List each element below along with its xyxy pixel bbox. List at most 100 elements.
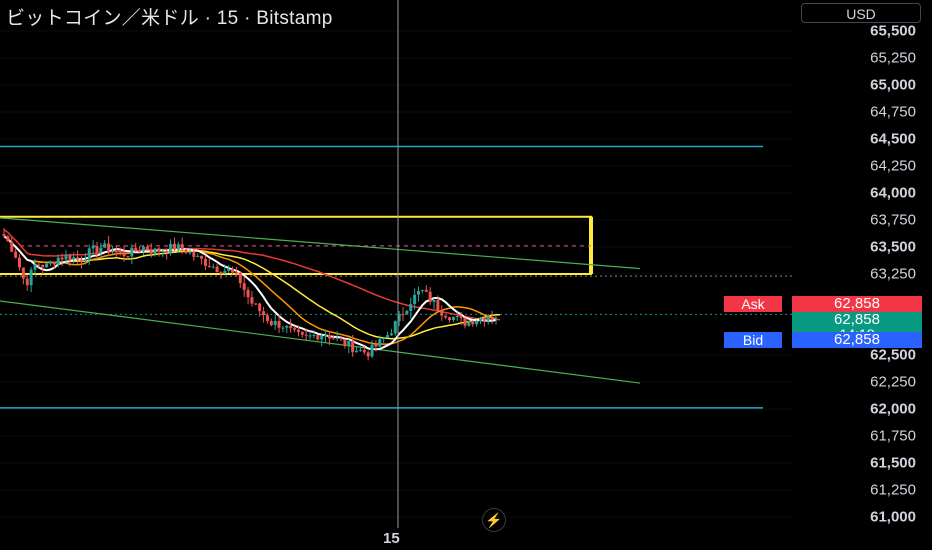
- price-tick: 62,250: [870, 373, 916, 391]
- candle-body: [227, 269, 231, 271]
- candle-body: [242, 283, 246, 290]
- candle-body: [490, 317, 494, 319]
- candle-body: [459, 316, 463, 318]
- chart-title[interactable]: ビットコイン／米ドル · 15 · Bitstamp: [6, 3, 333, 30]
- candle-body: [215, 266, 219, 273]
- price-tick: 62,000: [870, 400, 916, 418]
- candle-body: [335, 337, 339, 339]
- candle-body: [494, 318, 498, 320]
- price-chart[interactable]: [0, 0, 932, 550]
- candle-body: [64, 254, 68, 260]
- candle-body: [192, 252, 196, 257]
- price-tick: 65,500: [870, 22, 916, 40]
- lightning-icon[interactable]: ⚡: [482, 508, 506, 532]
- bid-label: Bid: [724, 332, 782, 348]
- candle-body: [203, 258, 207, 266]
- candle-body: [172, 243, 176, 250]
- price-tick: 61,250: [870, 481, 916, 499]
- candle-body: [79, 259, 83, 262]
- candle-body: [358, 349, 362, 351]
- price-tick: 63,500: [870, 238, 916, 256]
- candle-body: [471, 321, 475, 325]
- candle-body: [467, 321, 471, 326]
- price-tick: 61,750: [870, 427, 916, 445]
- candle-body: [254, 303, 258, 305]
- candle-body: [99, 247, 103, 253]
- candle-body: [72, 257, 76, 260]
- candle-body: [463, 317, 467, 326]
- candle-body: [48, 261, 52, 264]
- candle-body: [370, 344, 374, 357]
- candle-body: [320, 335, 324, 340]
- candle-body: [184, 249, 188, 253]
- candle-body: [134, 247, 138, 252]
- price-tick: 61,000: [870, 508, 916, 526]
- candle-body: [95, 246, 99, 253]
- candle-body: [327, 335, 331, 339]
- candle-body: [451, 316, 455, 320]
- candle-body: [405, 310, 409, 315]
- candle-body: [269, 320, 273, 326]
- candle-body: [258, 303, 262, 312]
- candle-body: [339, 337, 343, 340]
- ask-label: Ask: [724, 296, 782, 312]
- candle-body: [296, 329, 300, 333]
- candle-body: [83, 259, 87, 262]
- candle-body: [312, 335, 316, 337]
- price-tick: 64,750: [870, 103, 916, 121]
- candle-body: [440, 310, 444, 316]
- candle-body: [386, 335, 390, 338]
- candle-body: [389, 333, 393, 336]
- candle-body: [285, 325, 289, 328]
- candle-body: [114, 250, 118, 252]
- candle-body: [91, 246, 95, 249]
- candle-body: [428, 291, 432, 302]
- candle-body: [482, 317, 486, 321]
- candle-body: [14, 251, 18, 258]
- candle-body: [103, 243, 107, 248]
- candle-body: [424, 289, 428, 292]
- candle-body: [25, 278, 29, 286]
- price-tick: 64,250: [870, 157, 916, 175]
- candle-body: [2, 234, 6, 237]
- candle-body: [436, 299, 440, 311]
- candle-body: [355, 350, 359, 353]
- candle-body: [265, 315, 269, 321]
- candle-body: [455, 316, 459, 318]
- candle-body: [10, 241, 14, 252]
- candle-body: [41, 264, 45, 268]
- candle-body: [347, 341, 351, 346]
- candle-body: [6, 236, 10, 242]
- price-tick: 64,000: [870, 184, 916, 202]
- candle-body: [277, 321, 281, 328]
- candle-body: [145, 246, 149, 251]
- candle-body: [219, 272, 223, 274]
- price-tick: 63,250: [870, 265, 916, 283]
- candle-body: [273, 321, 277, 326]
- candle-body: [378, 339, 382, 347]
- candle-body: [33, 264, 37, 270]
- price-tick: 65,000: [870, 76, 916, 94]
- candle-body: [110, 250, 114, 252]
- candle-body: [138, 251, 142, 253]
- candle-body: [362, 349, 366, 353]
- candle-body: [29, 269, 33, 286]
- candle-body: [161, 250, 165, 252]
- price-tick: 64,500: [870, 130, 916, 148]
- candle-body: [207, 265, 211, 267]
- candle-body: [475, 320, 479, 325]
- candle-body: [122, 252, 126, 257]
- ask-price-tag: 62,858: [792, 296, 922, 312]
- candle-body: [169, 243, 173, 253]
- candle-body: [343, 339, 347, 346]
- candle-body: [211, 266, 215, 268]
- candle-body: [413, 294, 417, 305]
- candle-body: [76, 257, 80, 260]
- currency-button[interactable]: USD: [801, 3, 921, 23]
- candle-body: [37, 264, 41, 266]
- candle-body: [52, 261, 56, 265]
- candle-body: [401, 314, 405, 316]
- price-tick: 62,500: [870, 346, 916, 364]
- candle-body: [250, 297, 254, 304]
- candle-body: [68, 254, 72, 260]
